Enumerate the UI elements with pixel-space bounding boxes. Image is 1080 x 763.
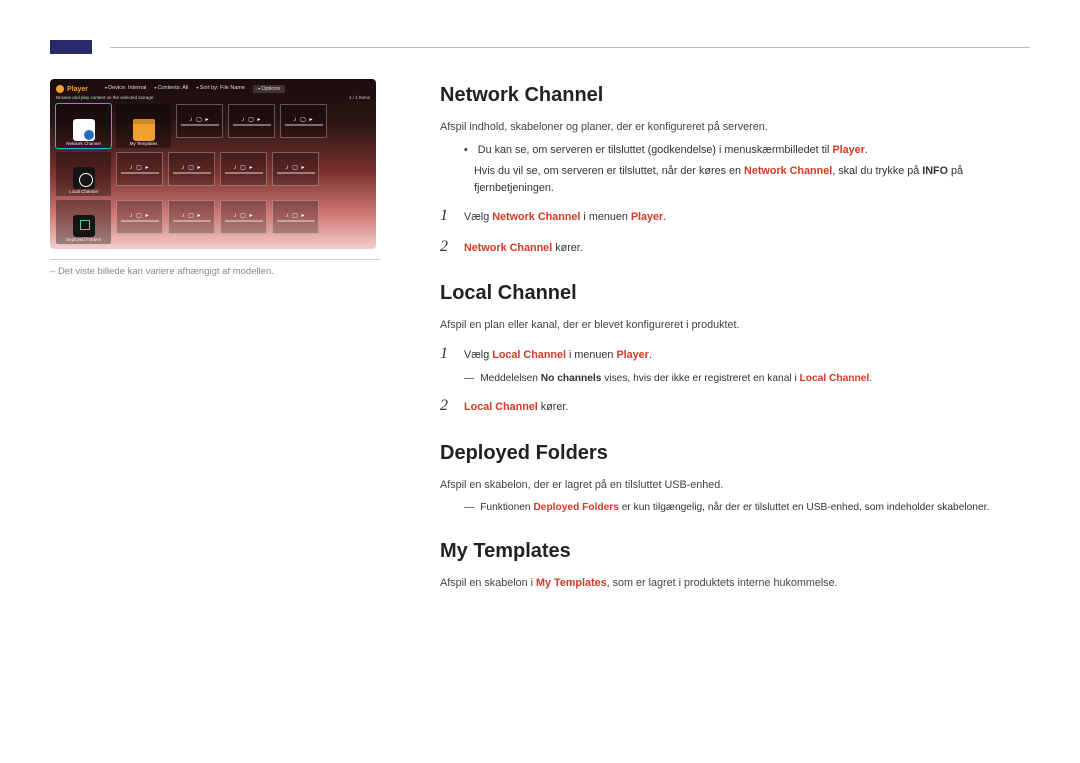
bullet-dot-icon: • bbox=[464, 142, 468, 159]
heading: Local Channel bbox=[440, 277, 1030, 309]
text: . bbox=[865, 144, 868, 156]
player-subtitle: Browse and play content on the selected … bbox=[56, 95, 153, 100]
sidebar: Player Device: Internal Contents: All So… bbox=[50, 79, 380, 598]
highlight: Network Channel bbox=[492, 211, 580, 223]
tile-local-channel: Local Channel bbox=[56, 152, 111, 196]
highlight: Deployed Folders bbox=[533, 502, 618, 513]
heading: My Templates bbox=[440, 535, 1030, 567]
section-local-channel: Local Channel Afspil en plan eller kanal… bbox=[440, 277, 1030, 419]
section-desc: Afspil en plan eller kanal, der er bleve… bbox=[440, 317, 1030, 334]
tile-label: Network Channel bbox=[66, 141, 101, 146]
text: Vælg bbox=[464, 349, 492, 361]
player-menu: Device: Internal Contents: All Sort by: … bbox=[105, 85, 285, 93]
step-number: 2 bbox=[440, 234, 464, 260]
bullet-item: • Du kan se, om serveren er tilsluttet (… bbox=[464, 142, 1030, 159]
text: kører. bbox=[552, 242, 583, 254]
text: Hvis du vil se, om serveren er tilslutte… bbox=[474, 165, 744, 177]
menu-device: Device: Internal bbox=[105, 85, 146, 93]
tile-generic: ♪ ▢ ▸ bbox=[168, 200, 215, 234]
tile-generic: ♪ ▢ ▸ bbox=[228, 104, 275, 138]
section-network-channel: Network Channel Afspil indhold, skabelon… bbox=[440, 79, 1030, 259]
text: Meddelelsen bbox=[480, 373, 541, 384]
heading: Deployed Folders bbox=[440, 437, 1030, 469]
text: vises, hvis der ikke er registreret en k… bbox=[601, 373, 799, 384]
heading: Network Channel bbox=[440, 79, 1030, 111]
player-item-count: 1 / 1 Items bbox=[349, 95, 370, 100]
note: ― Funktionen Deployed Folders er kun til… bbox=[464, 500, 1030, 516]
highlight: Player bbox=[832, 144, 864, 156]
tile-label: Local Channel bbox=[69, 189, 98, 194]
step-2: 2 Network Channel kører. bbox=[440, 234, 1030, 260]
text: er kun tilgængelig, når der er tilslutte… bbox=[619, 502, 989, 513]
highlight: My Templates bbox=[536, 577, 607, 589]
section-my-templates: My Templates Afspil en skabelon i My Tem… bbox=[440, 535, 1030, 592]
player-title: Player bbox=[67, 86, 88, 93]
tile-my-templates: My Templates bbox=[116, 104, 171, 148]
text: . bbox=[869, 373, 872, 384]
top-rule bbox=[110, 47, 1030, 48]
page-layout: Player Device: Internal Contents: All So… bbox=[50, 79, 1030, 598]
key-label: INFO bbox=[922, 165, 948, 177]
text: Funktionen bbox=[480, 502, 533, 513]
highlight: Network Channel bbox=[744, 165, 832, 177]
tile-network-channel: Network Channel bbox=[56, 104, 111, 148]
tile-deployed-folders: Deployed Folders bbox=[56, 200, 111, 244]
menu-options: Options bbox=[253, 85, 285, 93]
step-number: 1 bbox=[440, 341, 464, 367]
highlight: Local Channel bbox=[464, 401, 538, 413]
step-1: 1 Vælg Local Channel i menuen Player. bbox=[440, 341, 1030, 367]
menu-sort: Sort by: File Name bbox=[196, 85, 245, 93]
dash-icon: ― bbox=[464, 371, 474, 387]
clock-icon bbox=[73, 167, 95, 189]
tile-label: Deployed Folders bbox=[66, 237, 101, 242]
dash-icon: ― bbox=[464, 500, 474, 516]
highlight: Player bbox=[631, 211, 663, 223]
text: , skal du trykke på bbox=[832, 165, 922, 177]
network-icon bbox=[73, 119, 95, 141]
tile-generic: ♪ ▢ ▸ bbox=[272, 152, 319, 186]
highlight: Player bbox=[616, 349, 648, 361]
step-number: 2 bbox=[440, 393, 464, 419]
tile-generic: ♪ ▢ ▸ bbox=[280, 104, 327, 138]
step-number: 1 bbox=[440, 203, 464, 229]
note: ― Meddelelsen No channels vises, hvis de… bbox=[464, 371, 1030, 387]
text: Du kan se, om serveren er tilsluttet (go… bbox=[478, 144, 833, 156]
menu-contents: Contents: All bbox=[154, 85, 188, 93]
text: kører. bbox=[538, 401, 569, 413]
tile-label: My Templates bbox=[130, 141, 158, 146]
text: . bbox=[663, 211, 666, 223]
step-2: 2 Local Channel kører. bbox=[440, 393, 1030, 419]
tile-generic: ♪ ▢ ▸ bbox=[116, 152, 163, 186]
main-content: Network Channel Afspil indhold, skabelon… bbox=[440, 79, 1030, 598]
player-screenshot: Player Device: Internal Contents: All So… bbox=[50, 79, 376, 249]
player-logo-icon bbox=[56, 85, 64, 93]
accent-block bbox=[50, 40, 92, 54]
section-desc: Afspil en skabelon i My Templates, som e… bbox=[440, 575, 1030, 592]
highlight: Local Channel bbox=[492, 349, 566, 361]
tile-generic: ♪ ▢ ▸ bbox=[272, 200, 319, 234]
text: . bbox=[649, 349, 652, 361]
section-desc: Afspil indhold, skabeloner og planer, de… bbox=[440, 119, 1030, 136]
bullet-continuation: Hvis du vil se, om serveren er tilslutte… bbox=[474, 163, 1030, 198]
text: Vælg bbox=[464, 211, 492, 223]
text: i menuen bbox=[580, 211, 630, 223]
text: , som er lagret i produktets interne huk… bbox=[607, 577, 838, 589]
tile-generic: ♪ ▢ ▸ bbox=[168, 152, 215, 186]
tile-generic: ♪ ▢ ▸ bbox=[176, 104, 223, 138]
image-caption: Det viste billede kan variere afhængigt … bbox=[50, 260, 380, 277]
tile-generic: ♪ ▢ ▸ bbox=[116, 200, 163, 234]
key-label: No channels bbox=[541, 373, 602, 384]
step-1: 1 Vælg Network Channel i menuen Player. bbox=[440, 203, 1030, 229]
text: i menuen bbox=[566, 349, 616, 361]
deploy-icon bbox=[73, 215, 95, 237]
section-desc: Afspil en skabelon, der er lagret på en … bbox=[440, 477, 1030, 494]
highlight: Network Channel bbox=[464, 242, 552, 254]
folder-icon bbox=[133, 119, 155, 141]
tile-generic: ♪ ▢ ▸ bbox=[220, 152, 267, 186]
tile-generic: ♪ ▢ ▸ bbox=[220, 200, 267, 234]
text: Afspil en skabelon i bbox=[440, 577, 536, 589]
top-bar bbox=[50, 40, 1030, 54]
section-deployed-folders: Deployed Folders Afspil en skabelon, der… bbox=[440, 437, 1030, 517]
highlight: Local Channel bbox=[800, 373, 870, 384]
